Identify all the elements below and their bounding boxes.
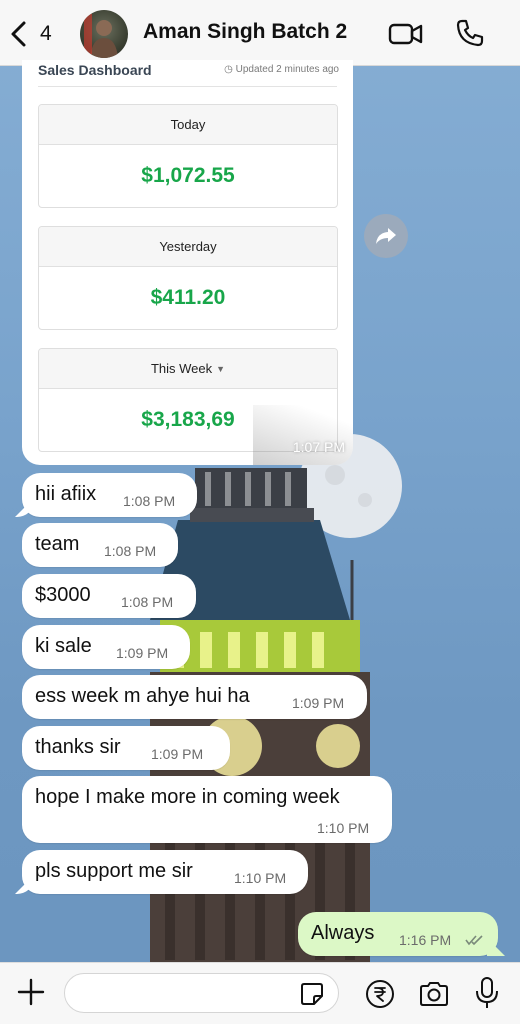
message-bubble[interactable]: thanks sir 1:09 PM bbox=[22, 726, 230, 770]
message-bubble[interactable]: team 1:08 PM bbox=[22, 523, 178, 567]
avatar-photo bbox=[84, 14, 118, 58]
metric-label: This Week ▼ bbox=[39, 349, 337, 389]
message-bubble[interactable]: pls support me sir 1:10 PM bbox=[22, 850, 308, 894]
chevron-left-icon bbox=[11, 21, 26, 47]
message-time: 1:08 PM bbox=[121, 594, 174, 610]
phone-icon[interactable] bbox=[455, 18, 485, 48]
chat-title[interactable]: Aman Singh Batch 2 bbox=[143, 20, 347, 44]
message-time: 1:07 PM bbox=[292, 439, 345, 455]
image-shade bbox=[253, 405, 353, 465]
message-text: team bbox=[35, 533, 80, 555]
message-time: 1:10 PM bbox=[234, 870, 287, 886]
message-text: pls support me sir bbox=[35, 860, 193, 882]
plus-icon[interactable] bbox=[16, 977, 46, 1007]
metric-value: $1,072.55 bbox=[141, 164, 235, 187]
message-time: 1:09 PM bbox=[292, 695, 345, 711]
message-text: thanks sir bbox=[35, 736, 121, 758]
back-button[interactable]: 4 bbox=[8, 18, 52, 50]
outgoing-message-bubble[interactable]: Always 1:16 PM bbox=[298, 912, 498, 956]
message-time: 1:10 PM bbox=[317, 820, 370, 836]
clock-icon: ◷ bbox=[224, 64, 233, 75]
dashboard-title: Sales Dashboard bbox=[38, 62, 152, 78]
message-text: ess week m ahye hui ha bbox=[35, 685, 250, 707]
video-camera-icon[interactable] bbox=[388, 20, 424, 48]
metric-value: $411.20 bbox=[150, 286, 226, 309]
unread-count: 4 bbox=[40, 22, 52, 45]
metric-yesterday: Yesterday $411.20 bbox=[38, 226, 338, 330]
message-bubble[interactable]: hii afiix 1:08 PM bbox=[22, 473, 197, 517]
message-time: 1:16 PM bbox=[399, 932, 452, 948]
message-input[interactable] bbox=[64, 973, 339, 1013]
camera-icon[interactable] bbox=[418, 979, 450, 1009]
dashboard-image-message[interactable]: Sales Dashboard ◷ Updated 2 minutes ago … bbox=[22, 60, 353, 465]
message-text: ki sale bbox=[35, 635, 92, 657]
message-input-bar bbox=[0, 962, 520, 1024]
chat-header: 4 Aman Singh Batch 2 bbox=[0, 0, 520, 66]
dashboard-updated: ◷ Updated 2 minutes ago bbox=[224, 64, 339, 75]
message-text: hope I make more in coming week bbox=[35, 786, 340, 808]
forward-arrow-icon bbox=[376, 228, 396, 244]
chevron-down-icon: ▼ bbox=[216, 363, 226, 374]
message-text: hii afiix bbox=[35, 483, 97, 505]
rupee-payment-icon[interactable] bbox=[365, 979, 395, 1009]
message-bubble[interactable]: ki sale 1:09 PM bbox=[22, 625, 190, 669]
message-text: Always bbox=[311, 922, 375, 944]
metric-label: Today bbox=[39, 105, 337, 145]
message-bubble[interactable]: ess week m ahye hui ha 1:09 PM bbox=[22, 675, 367, 719]
message-time: 1:08 PM bbox=[123, 493, 176, 509]
message-time: 1:09 PM bbox=[116, 645, 169, 661]
forward-button[interactable] bbox=[364, 214, 408, 258]
message-time: 1:09 PM bbox=[151, 746, 204, 762]
message-bubble[interactable]: hope I make more in coming week 1:10 PM bbox=[22, 776, 392, 843]
divider bbox=[38, 86, 337, 87]
message-bubble[interactable]: $3000 1:08 PM bbox=[22, 574, 196, 618]
sticker-icon[interactable] bbox=[300, 982, 324, 1006]
double-check-icon bbox=[465, 935, 483, 946]
avatar[interactable] bbox=[80, 10, 128, 58]
metric-today: Today $1,072.55 bbox=[38, 104, 338, 208]
metric-label: Yesterday bbox=[39, 227, 337, 267]
microphone-icon[interactable] bbox=[474, 976, 500, 1010]
message-text: $3000 bbox=[35, 584, 91, 606]
message-time: 1:08 PM bbox=[104, 543, 157, 559]
